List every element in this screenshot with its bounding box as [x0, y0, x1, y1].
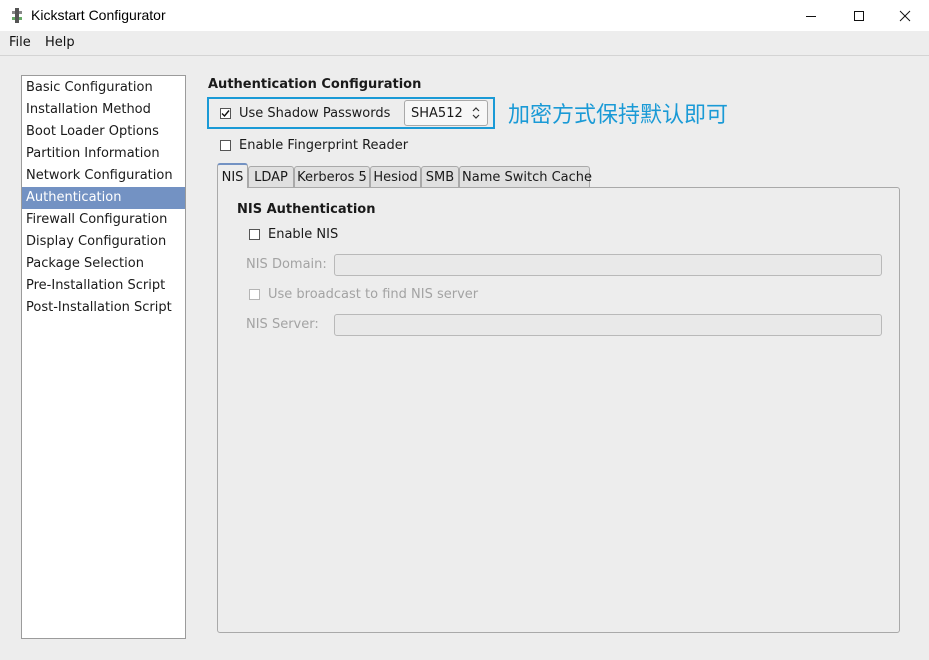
tab-nis[interactable]: NIS	[217, 163, 248, 188]
broadcast-checkbox[interactable]	[249, 289, 260, 300]
sidebar-item-firewall-configuration[interactable]: Firewall Configuration	[22, 209, 185, 231]
minimize-button[interactable]	[788, 0, 834, 31]
broadcast-label[interactable]: Use broadcast to find NIS server	[268, 287, 478, 302]
sidebar-item-basic-configuration[interactable]: Basic Configuration	[22, 77, 185, 99]
nis-server-input[interactable]	[334, 314, 882, 336]
close-icon	[899, 10, 911, 21]
sidebar-item-partition-information[interactable]: Partition Information	[22, 143, 185, 165]
sidebar-item-network-configuration[interactable]: Network Configuration	[22, 165, 185, 187]
hash-algorithm-select[interactable]: SHA512	[404, 100, 488, 126]
nis-domain-input[interactable]	[334, 254, 882, 276]
tab-smb[interactable]: SMB	[421, 166, 459, 187]
sidebar-item-pre-installation-script[interactable]: Pre-Installation Script	[22, 275, 185, 297]
sidebar-item-installation-method[interactable]: Installation Method	[22, 99, 185, 121]
minimize-icon	[806, 15, 816, 17]
sidebar-item-package-selection[interactable]: Package Selection	[22, 253, 185, 275]
nis-server-label: NIS Server:	[246, 317, 319, 332]
nis-domain-label: NIS Domain:	[246, 257, 327, 272]
close-button[interactable]	[882, 0, 928, 31]
sidebar-item-boot-loader-options[interactable]: Boot Loader Options	[22, 121, 185, 143]
enable-nis-label[interactable]: Enable NIS	[268, 227, 338, 242]
section-title: Authentication Configuration	[208, 77, 422, 92]
title-bar: Kickstart Configurator	[0, 0, 929, 31]
sidebar-item-authentication[interactable]: Authentication	[22, 187, 185, 209]
checkmark-icon	[221, 110, 230, 118]
sidebar-list: Basic Configuration Installation Method …	[21, 75, 186, 639]
maximize-button[interactable]	[836, 0, 882, 31]
sidebar-item-display-configuration[interactable]: Display Configuration	[22, 231, 185, 253]
tab-name-switch-cache[interactable]: Name Switch Cache	[459, 166, 592, 187]
shadow-passwords-label[interactable]: Use Shadow Passwords	[239, 106, 390, 121]
app-icon	[12, 8, 22, 23]
window-title: Kickstart Configurator	[31, 7, 166, 23]
menu-file[interactable]: File	[9, 35, 31, 50]
enable-nis-checkbox[interactable]	[249, 229, 260, 240]
menu-help[interactable]: Help	[45, 35, 75, 50]
annotation-note: 加密方式保持默认即可	[508, 103, 729, 128]
menu-bar: File Help	[0, 31, 929, 56]
tab-kerberos-5[interactable]: Kerberos 5	[294, 166, 370, 187]
fingerprint-label[interactable]: Enable Fingerprint Reader	[239, 138, 408, 153]
maximize-icon	[854, 10, 864, 21]
sidebar-item-post-installation-script[interactable]: Post-Installation Script	[22, 297, 185, 319]
hash-algorithm-value: SHA512	[411, 106, 463, 121]
shadow-passwords-checkbox[interactable]	[220, 108, 231, 119]
tab-hesiod[interactable]: Hesiod	[370, 166, 421, 187]
spinner-arrows-icon	[472, 107, 480, 119]
tab-ldap[interactable]: LDAP	[248, 166, 294, 187]
fingerprint-checkbox[interactable]	[220, 140, 231, 151]
nis-heading: NIS Authentication	[237, 202, 376, 217]
